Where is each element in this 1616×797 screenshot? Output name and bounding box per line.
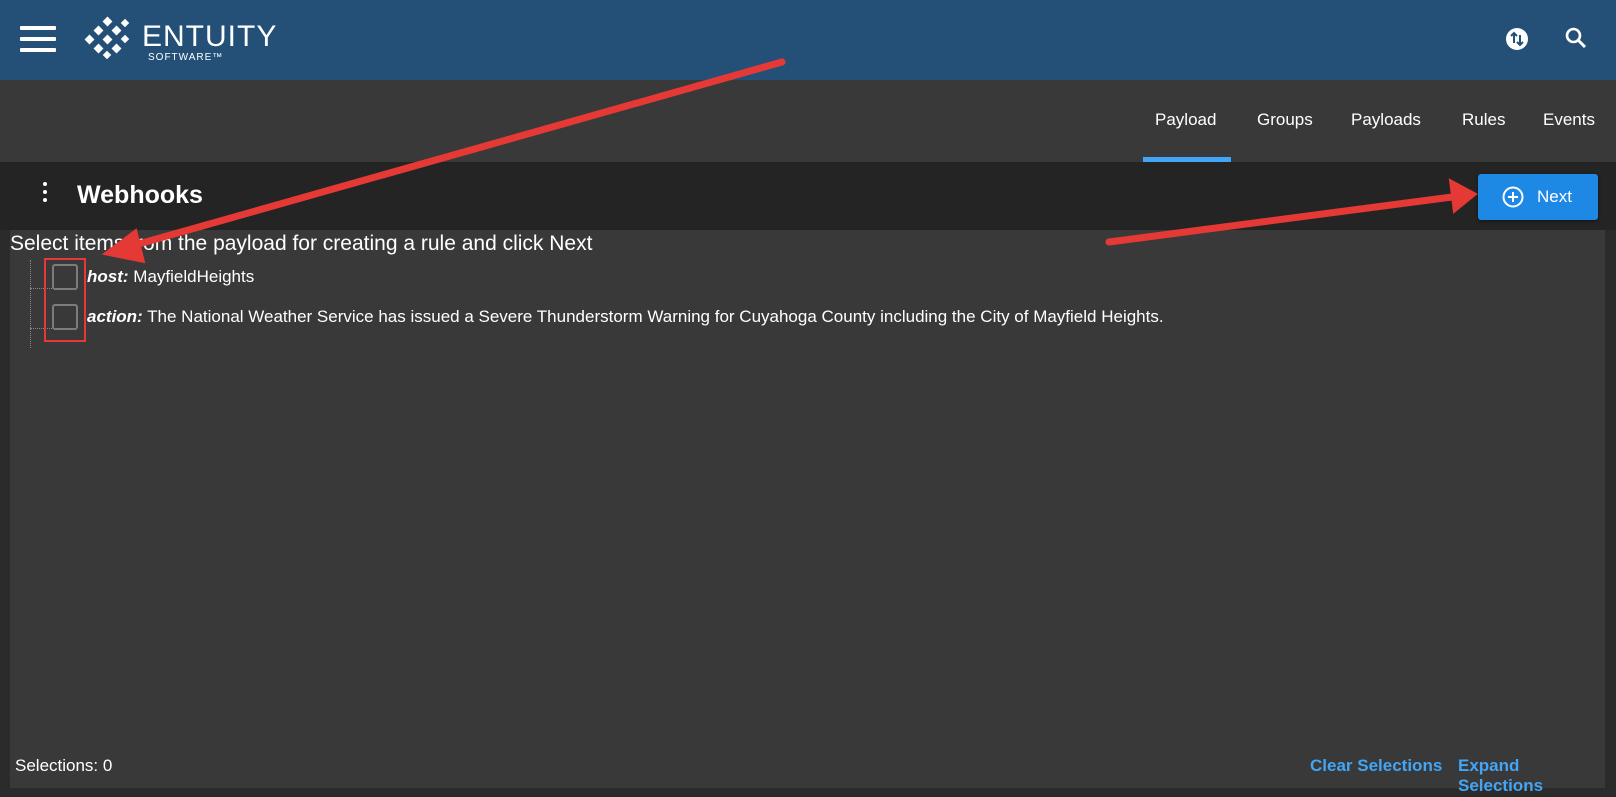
sync-icon[interactable] [1505, 27, 1529, 51]
tab-bar: Payload Groups Payloads Rules Events [0, 80, 1616, 162]
tree-connector [30, 260, 31, 348]
more-vert-icon[interactable] [40, 182, 50, 206]
payload-item-host: host: MayfieldHeights [87, 267, 254, 287]
logo-subtext: SOFTWARE™ [148, 52, 224, 63]
page-header: Webhooks [0, 162, 1616, 230]
item-key: host: [87, 267, 129, 286]
item-value: MayfieldHeights [133, 267, 255, 286]
add-circle-icon [1502, 186, 1524, 208]
selections-label: Selections: [15, 756, 99, 775]
tab-payloads[interactable]: Payloads [1351, 110, 1421, 130]
item-key: action: [87, 307, 143, 326]
payload-item-action: action: The National Weather Service has… [87, 307, 1164, 327]
annotation-highlight-box [44, 258, 86, 342]
next-button[interactable]: Next [1478, 174, 1598, 220]
item-value: The National Weather Service has issued … [147, 307, 1164, 326]
entuity-logo: ENTUITY SOFTWARE™ [84, 16, 278, 66]
top-app-bar: ENTUITY SOFTWARE™ [0, 0, 1616, 80]
tab-events[interactable]: Events [1543, 110, 1595, 130]
tab-rules[interactable]: Rules [1462, 110, 1505, 130]
logo-mark-icon [84, 16, 130, 60]
expand-selections-link[interactable]: Expand Selections [1458, 756, 1605, 796]
next-button-label: Next [1537, 187, 1572, 206]
page-title: Webhooks [77, 181, 203, 209]
clear-selections-link[interactable]: Clear Selections [1310, 756, 1442, 776]
search-icon[interactable] [1564, 26, 1588, 50]
instruction-text: Select items from the payload for creati… [10, 232, 593, 255]
selections-count: Selections: 0 [15, 756, 112, 776]
hamburger-menu-icon[interactable] [20, 26, 56, 52]
payload-panel: Select items from the payload for creati… [10, 230, 1605, 795]
selections-value: 0 [102, 756, 113, 775]
tab-groups[interactable]: Groups [1257, 110, 1313, 130]
logo-text: ENTUITY [142, 20, 278, 53]
tab-payload[interactable]: Payload [1155, 110, 1216, 130]
